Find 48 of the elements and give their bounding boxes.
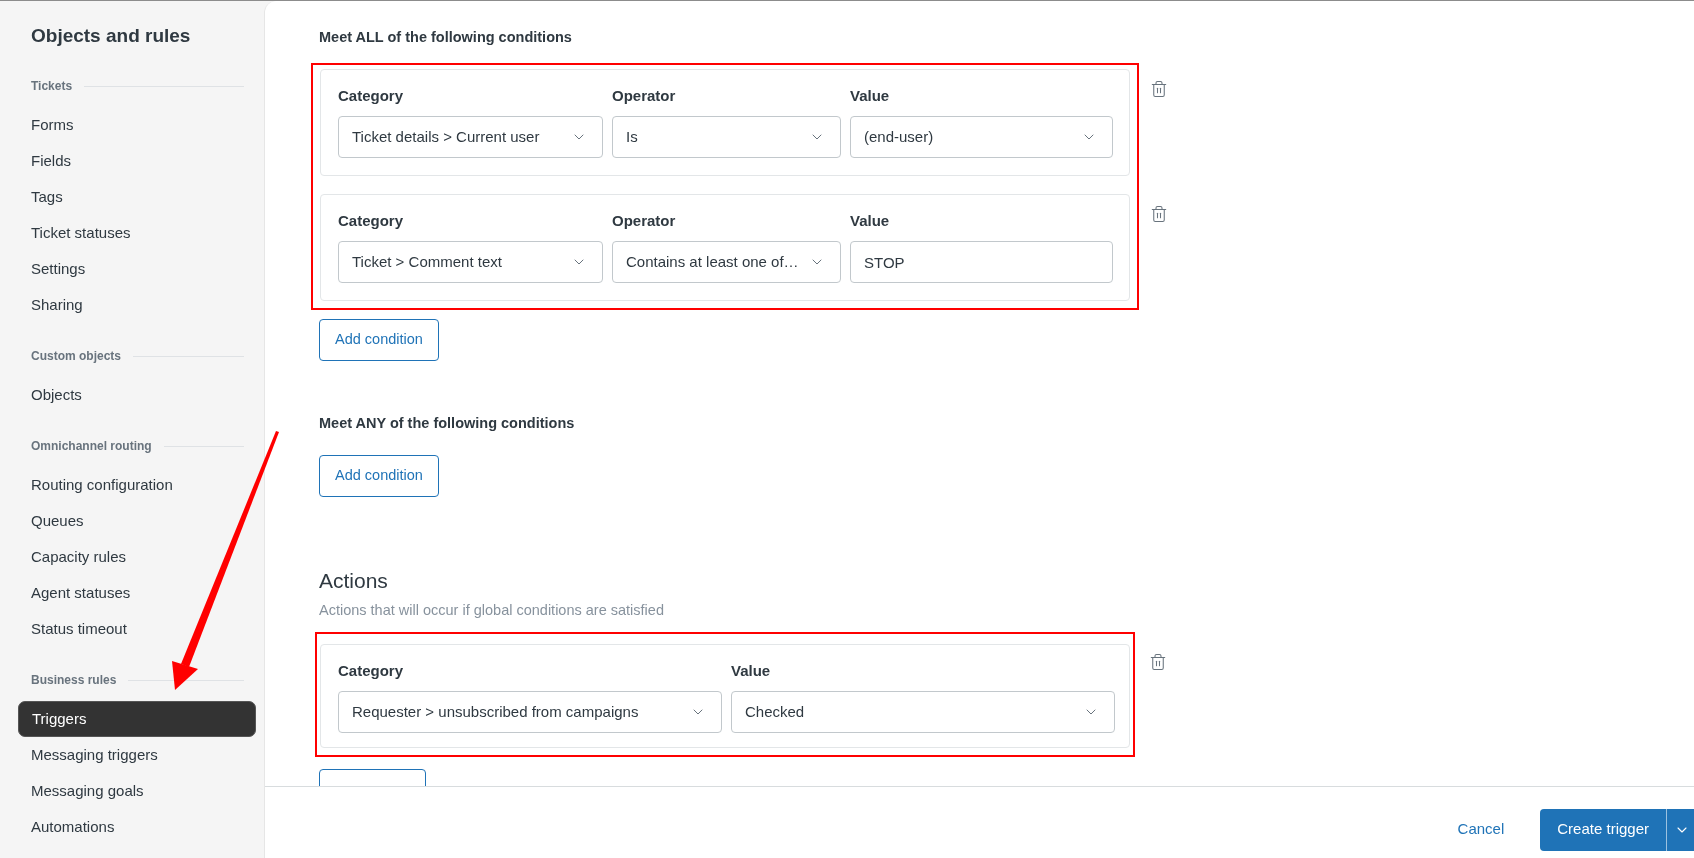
sidebar-item[interactable]: Capacity rules: [18, 539, 256, 575]
sidebar-item[interactable]: Settings: [18, 251, 256, 287]
cancel-button[interactable]: Cancel: [1457, 818, 1505, 841]
trash-icon[interactable]: [1149, 653, 1167, 671]
select-dropdown[interactable]: Requester > unsubscribed from campaigns: [338, 691, 722, 733]
field-label: Value: [850, 86, 891, 106]
section-heading: Omnichannel routing: [31, 438, 152, 455]
select-dropdown[interactable]: Is: [612, 116, 841, 158]
sidebar-item[interactable]: Routing configuration: [18, 467, 256, 503]
sidebar-item[interactable]: Ticket statuses: [18, 215, 256, 251]
sidebar-item[interactable]: Queues: [18, 503, 256, 539]
field-label: Operator: [612, 86, 677, 106]
add-condition-button[interactable]: Add condition: [319, 455, 439, 497]
sidebar-item[interactable]: Status timeout: [18, 611, 256, 647]
actions-subtitle: Actions that will occur if global conditions are satisfied: [319, 601, 665, 620]
sidebar-item[interactable]: Automations: [18, 809, 256, 845]
section-heading: Custom objects: [31, 348, 121, 365]
select-dropdown[interactable]: Ticket > Comment text: [338, 241, 603, 283]
sidebar-item[interactable]: Triggers: [18, 701, 256, 737]
sidebar-item[interactable]: Messaging goals: [18, 773, 256, 809]
sidebar-item[interactable]: Sharing: [18, 287, 256, 323]
sidebar-item[interactable]: Messaging triggers: [18, 737, 256, 773]
sidebar-item[interactable]: Forms: [18, 107, 256, 143]
trash-icon[interactable]: [1150, 80, 1168, 98]
sidebar-item[interactable]: Agent statuses: [18, 575, 256, 611]
section-heading: Meet ANY of the following conditions: [319, 414, 576, 433]
section-heading: Meet ALL of the following conditions: [319, 28, 573, 47]
field-label: Value: [850, 211, 891, 231]
field-label: Category: [338, 211, 405, 231]
sidebar-item[interactable]: Fields: [18, 143, 256, 179]
trash-icon[interactable]: [1150, 205, 1168, 223]
section-heading: Business rules: [31, 672, 117, 689]
section-heading: Tickets: [31, 78, 73, 95]
field-label: Category: [338, 661, 405, 681]
select-dropdown[interactable]: Ticket details > Current user: [338, 116, 603, 158]
field-label: Category: [338, 86, 405, 106]
select-dropdown[interactable]: (end-user): [850, 116, 1113, 158]
select-dropdown[interactable]: Checked: [731, 691, 1115, 733]
sidebar-item[interactable]: Objects: [18, 377, 256, 413]
field-label: Value: [731, 661, 772, 681]
sidebar-item[interactable]: Tags: [18, 179, 256, 215]
sidebar-title: Objects and rules: [31, 24, 192, 48]
add-condition-button[interactable]: Add condition: [319, 319, 439, 361]
create-trigger-button[interactable]: Create trigger: [1540, 808, 1666, 851]
field-label: Operator: [612, 211, 677, 231]
actions-title: Actions: [319, 568, 389, 594]
text-field[interactable]: STOP: [850, 241, 1113, 283]
select-dropdown[interactable]: Contains at least one of…: [612, 241, 841, 283]
